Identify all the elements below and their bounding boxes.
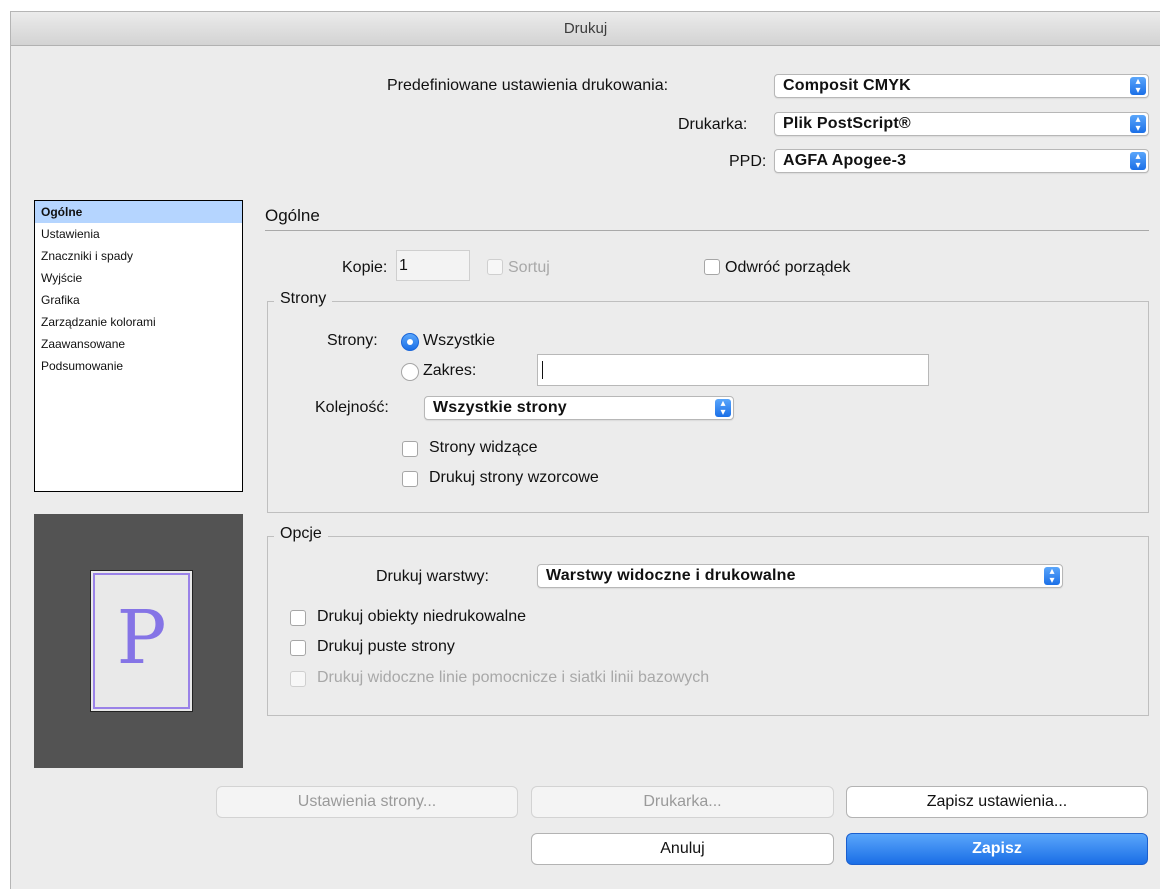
all-pages-label: Wszystkie [423,332,495,349]
cancel-button[interactable]: Anuluj [531,833,834,865]
ppd-label: PPD: [729,153,767,170]
section-divider [265,230,1149,231]
nonprinting-objects-label: Drukuj obiekty niedrukowalne [317,608,526,625]
save-preset-button[interactable]: Zapisz ustawienia... [846,786,1148,818]
ppd-value: AGFA Apogee-3 [783,152,907,169]
window-title: Drukuj [11,12,1160,46]
preview-letter: P [116,595,167,681]
preset-label: Predefiniowane ustawienia drukowania: [387,77,669,94]
nonprinting-objects-checkbox[interactable] [290,610,306,626]
all-pages-radio[interactable] [401,333,419,351]
blank-pages-label: Drukuj puste strony [317,638,455,655]
printer-label: Drukarka: [678,116,748,133]
chevron-updown-icon: ▴ ▾ [1044,567,1060,586]
sidebar-item-setup[interactable]: Ustawienia [35,223,242,245]
reverse-order-label: Odwróć porządek [725,259,851,276]
sidebar-item-output[interactable]: Wyjście [35,267,242,289]
master-pages-label: Drukuj strony wzorcowe [429,469,599,486]
range-label: Zakres: [423,362,477,379]
sidebar-item-color-management[interactable]: Zarządzanie kolorami [35,311,242,333]
spreads-checkbox[interactable] [402,441,418,457]
copies-value: 1 [399,257,408,274]
blank-pages-checkbox[interactable] [290,640,306,656]
printer-button[interactable]: Drukarka... [531,786,834,818]
reverse-order-checkbox[interactable] [704,259,720,275]
sidebar-item-graphics[interactable]: Grafika [35,289,242,311]
copies-label: Kopie: [342,259,388,276]
order-label: Kolejność: [315,399,389,416]
page-preview: P [34,514,243,768]
printer-popup[interactable]: Plik PostScript® ▴ ▾ [774,112,1149,136]
print-layers-label: Drukuj warstwy: [376,568,489,585]
sidebar-item-advanced[interactable]: Zaawansowane [35,333,242,355]
options-group: Opcje [267,525,1149,716]
print-layers-value: Warstwy widoczne i drukowalne [546,567,796,584]
sidebar-item-summary[interactable]: Podsumowanie [35,355,242,377]
pages-group-title: Strony [274,290,333,308]
category-list: Ogólne Ustawienia Znaczniki i spady Wyjś… [34,200,243,492]
spreads-label: Strony widzące [429,439,538,456]
section-title: Ogólne [265,206,320,225]
chevron-updown-icon: ▴ ▾ [1130,152,1146,171]
chevron-updown-icon: ▴ ▾ [1130,115,1146,134]
range-radio[interactable] [401,363,419,381]
order-value: Wszystkie strony [433,399,567,416]
sidebar-item-general[interactable]: Ogólne [35,201,242,223]
range-input[interactable] [537,354,929,386]
collate-checkbox[interactable] [487,259,503,275]
print-layers-popup[interactable]: Warstwy widoczne i drukowalne ▴ ▾ [537,564,1063,588]
ppd-popup[interactable]: AGFA Apogee-3 ▴ ▾ [774,149,1149,173]
guides-grids-checkbox[interactable] [290,671,306,687]
print-dialog: Drukuj Predefiniowane ustawienia drukowa… [10,11,1160,889]
master-pages-checkbox[interactable] [402,471,418,487]
collate-label: Sortuj [508,259,550,276]
save-button[interactable]: Zapisz [846,833,1148,865]
chevron-updown-icon: ▴ ▾ [1130,77,1146,96]
preview-page: P [90,570,193,712]
sidebar-item-marks-bleed[interactable]: Znaczniki i spady [35,245,242,267]
options-group-title: Opcje [274,525,328,543]
text-cursor [542,361,543,379]
printer-value: Plik PostScript® [783,115,911,132]
order-popup[interactable]: Wszystkie strony ▴ ▾ [424,396,734,420]
page-setup-button[interactable]: Ustawienia strony... [216,786,518,818]
pages-label: Strony: [327,332,378,349]
guides-grids-label: Drukuj widoczne linie pomocnicze i siatk… [317,669,710,686]
preset-value: Composit CMYK [783,77,911,94]
chevron-updown-icon: ▴ ▾ [715,399,731,418]
copies-input[interactable]: 1 [396,250,470,281]
preset-popup[interactable]: Composit CMYK ▴ ▾ [774,74,1149,98]
